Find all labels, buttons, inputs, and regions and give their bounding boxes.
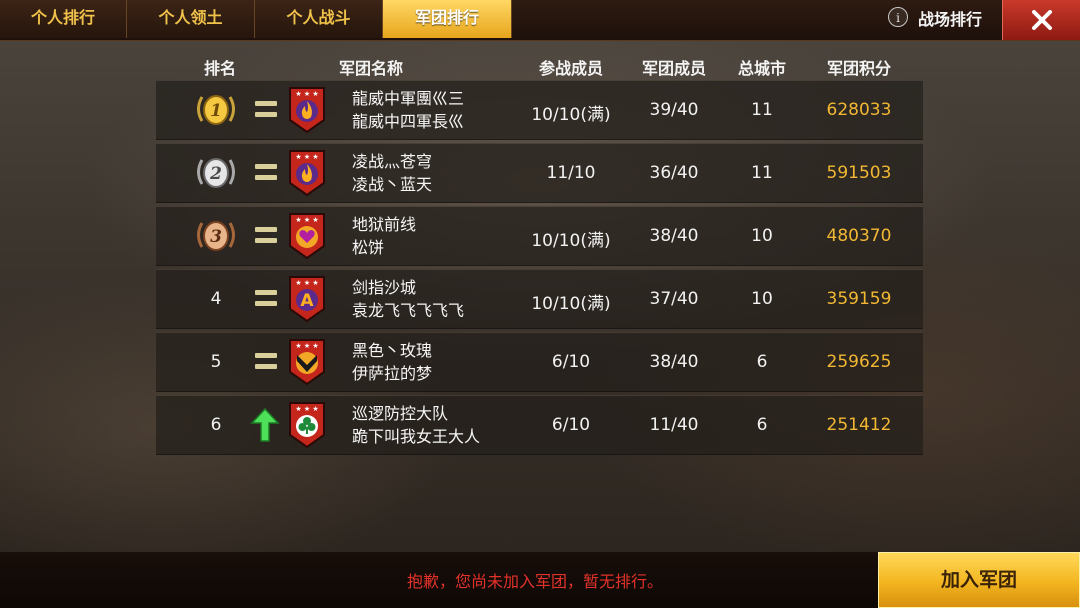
cities-value: 6 (756, 352, 768, 372)
rank-unchanged-icon (255, 101, 277, 117)
close-icon (1032, 10, 1052, 30)
header-rank: 排名 (203, 59, 236, 78)
rank-number: 6 (210, 415, 222, 435)
table-row[interactable]: 1 ★ ★ ★ 龍威中軍團巛三 龍威中四軍長巛 10/10(满) 39/40 1… (156, 80, 923, 140)
fire-emblem-icon: ★ ★ ★ (289, 87, 325, 134)
fire-emblem-icon: ★ ★ ★ (289, 150, 325, 197)
legion-name: 剑指沙城 (352, 278, 417, 297)
legion-names: 地狱前线 松饼 (352, 213, 416, 259)
rank-unchanged-icon (255, 353, 277, 369)
rank-number: 4 (210, 289, 222, 309)
letter-a-emblem-icon: ★ ★ ★ A (289, 276, 325, 323)
cities-value: 11 (751, 100, 773, 120)
rank-unchanged-icon (255, 164, 277, 180)
header-legion-name: 军团名称 (338, 59, 403, 78)
legion-leader: 龍威中四軍長巛 (352, 112, 465, 131)
cities-value: 10 (751, 289, 773, 309)
medal-number: 1 (210, 101, 222, 121)
svg-text:★ ★ ★: ★ ★ ★ (295, 279, 318, 287)
table-row[interactable]: 5 ★ ★ ★ 黑色丶玫瑰 伊萨拉的梦 6/10 38/40 6 259625 (156, 332, 923, 392)
participants-value: 6/10 (551, 352, 591, 372)
members-value: 38/40 (649, 226, 699, 246)
tab-personal-territory[interactable]: 个人领土 (127, 0, 255, 38)
legion-names: 黑色丶玫瑰 伊萨拉的梦 (352, 339, 432, 385)
svg-text:★ ★ ★: ★ ★ ★ (295, 90, 318, 98)
footer-bar: 抱歉，您尚未加入军团，暂无排行。 (0, 552, 878, 608)
medal-number: 3 (210, 227, 222, 247)
score-value: 628033 (826, 100, 892, 120)
header-participants: 参战成员 (538, 59, 603, 78)
table-row[interactable]: 6 ★ ★ ★ 巡逻防控大队 跪下叫我女王大人 6/10 11/40 6 251… (156, 395, 923, 455)
battlefield-ranking-link[interactable]: 战场排行 (918, 6, 982, 30)
legion-names: 剑指沙城 袁龙飞飞飞飞飞 (352, 276, 464, 322)
legion-leader: 袁龙飞飞飞飞飞 (352, 301, 465, 320)
rank-unchanged-icon (255, 290, 277, 306)
legion-leader: 松饼 (352, 238, 385, 257)
members-value: 39/40 (649, 100, 699, 120)
clover-emblem-icon: ★ ★ ★ (289, 402, 325, 449)
members-value: 38/40 (649, 352, 699, 372)
legion-name: 巡逻防控大队 (352, 404, 449, 423)
legion-name: 凌战灬苍穹 (352, 152, 433, 171)
legion-name: 龍威中軍團巛三 (352, 89, 465, 108)
rank-number: 5 (210, 352, 222, 372)
tab-personal-battle[interactable]: 个人战斗 (255, 0, 383, 38)
tab-personal-ranking[interactable]: 个人排行 (0, 0, 127, 38)
table-row[interactable]: 3 ★ ★ ★ 地狱前线 松饼 10/10(满) 38/40 10 480370 (156, 206, 923, 266)
rank-up-arrow-icon (250, 407, 280, 442)
members-value: 37/40 (649, 289, 699, 309)
heart-emblem-icon: ★ ★ ★ (289, 213, 325, 260)
rank-unchanged-icon (255, 227, 277, 243)
silver-medal-icon: 2 (197, 158, 235, 188)
join-legion-button[interactable]: 加入军团 (878, 552, 1080, 608)
members-value: 11/40 (649, 415, 699, 435)
legion-names: 巡逻防控大队 跪下叫我女王大人 (352, 402, 480, 448)
info-icon[interactable]: i (888, 7, 908, 27)
score-value: 259625 (826, 352, 892, 372)
svg-text:★ ★ ★: ★ ★ ★ (295, 216, 318, 224)
bronze-medal-icon: 3 (197, 221, 235, 251)
participants-value: 10/10(满) (531, 294, 611, 314)
tab-legion-ranking[interactable]: 军团排行 (383, 0, 512, 38)
score-value: 251412 (826, 415, 892, 435)
legion-names: 龍威中軍團巛三 龍威中四軍長巛 (352, 87, 464, 133)
gold-medal-icon: 1 (197, 95, 235, 125)
cities-value: 11 (751, 163, 773, 183)
score-value: 591503 (826, 163, 892, 183)
score-value: 480370 (826, 226, 892, 246)
close-button[interactable] (1002, 0, 1080, 40)
cities-value: 6 (756, 415, 768, 435)
participants-value: 10/10(满) (531, 105, 611, 125)
svg-text:★ ★ ★: ★ ★ ★ (295, 342, 318, 350)
score-value: 359159 (826, 289, 892, 309)
svg-text:★ ★ ★: ★ ★ ★ (295, 153, 318, 161)
svg-text:A: A (300, 291, 314, 311)
legion-name: 黑色丶玫瑰 (352, 341, 433, 360)
header-cities: 总城市 (737, 59, 786, 78)
svg-text:★ ★ ★: ★ ★ ★ (295, 405, 318, 413)
legion-name: 地狱前线 (352, 215, 417, 234)
members-value: 36/40 (649, 163, 699, 183)
participants-value: 6/10 (551, 415, 591, 435)
header-score: 军团积分 (826, 59, 891, 78)
header-members: 军团成员 (641, 59, 706, 78)
chevron-emblem-icon: ★ ★ ★ (289, 339, 325, 386)
legion-leader: 伊萨拉的梦 (352, 364, 433, 383)
cities-value: 10 (751, 226, 773, 246)
participants-value: 11/10 (546, 163, 596, 183)
participants-value: 10/10(满) (531, 231, 611, 251)
legion-names: 凌战灬苍穹 凌战丶蓝天 (352, 150, 432, 196)
legion-leader: 跪下叫我女王大人 (352, 427, 481, 446)
table-row[interactable]: 2 ★ ★ ★ 凌战灬苍穹 凌战丶蓝天 11/10 36/40 11 59150… (156, 143, 923, 203)
medal-number: 2 (209, 164, 222, 184)
legion-leader: 凌战丶蓝天 (352, 175, 433, 194)
table-row[interactable]: 4 ★ ★ ★ A 剑指沙城 袁龙飞飞飞飞飞 10/10(满) 37/40 10… (156, 269, 923, 329)
